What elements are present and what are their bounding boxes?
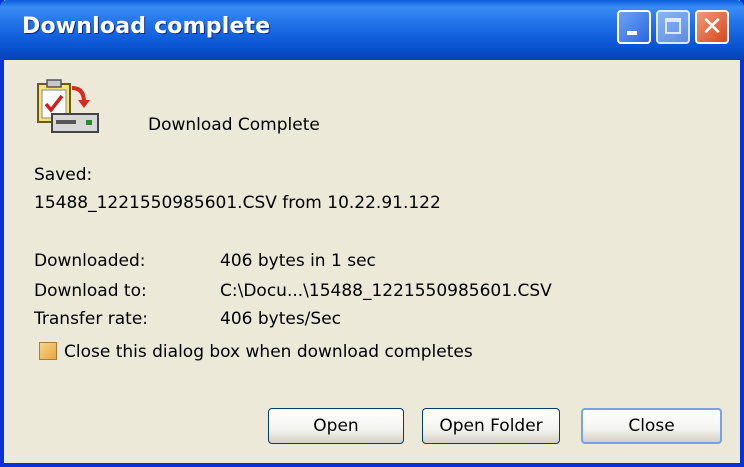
download-status-message: Download Complete [148, 115, 320, 135]
close-window-button[interactable]: ✕ [695, 10, 729, 44]
transfer-rate-value: 406 bytes/Sec [220, 309, 342, 329]
close-on-complete-label[interactable]: Close this dialog box when download comp… [64, 342, 473, 362]
downloaded-label: Downloaded: [34, 251, 146, 271]
open-folder-button[interactable]: Open Folder [422, 408, 560, 444]
maximize-button[interactable] [656, 10, 690, 44]
open-button[interactable]: Open [268, 408, 404, 444]
minimize-icon [627, 31, 637, 35]
transfer-rate-label: Transfer rate: [34, 309, 149, 329]
title-bar[interactable]: Download complete ✕ [0, 0, 744, 60]
maximize-icon [665, 18, 681, 34]
minimize-button[interactable] [617, 10, 651, 44]
close-on-complete-checkbox[interactable] [39, 342, 57, 360]
close-icon: ✕ [701, 12, 723, 42]
download-complete-dialog: Download complete ✕ Download Complete Sa… [0, 0, 744, 467]
download-to-label: Download to: [34, 281, 147, 301]
downloaded-value: 406 bytes in 1 sec [220, 251, 376, 271]
window-title: Download complete [22, 14, 271, 39]
saved-file-source: 15488_1221550985601.CSV from 10.22.91.12… [34, 193, 441, 213]
download-to-value: C:\Docu...\15488_1221550985601.CSV [220, 281, 552, 301]
saved-label: Saved: [34, 165, 93, 185]
download-complete-icon [37, 79, 99, 133]
close-button[interactable]: Close [581, 408, 722, 444]
